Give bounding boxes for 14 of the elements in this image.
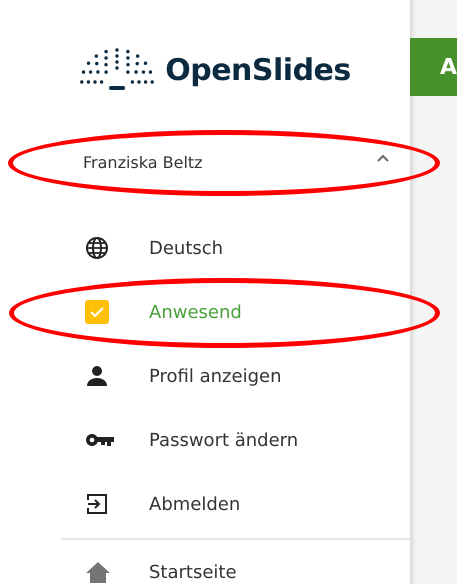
nav-item[interactable]: Startseite (0, 540, 410, 584)
header-title: A (440, 54, 457, 80)
logo-text: OpenSlides (165, 52, 351, 90)
menu-item[interactable]: Deutsch (0, 216, 410, 280)
key-icon (85, 432, 115, 448)
logout-icon (85, 492, 109, 516)
menu-item[interactable]: Passwort ändern (0, 408, 410, 472)
person-icon (85, 364, 109, 388)
user-menu-toggle[interactable]: Franziska Beltz (0, 140, 410, 184)
home-icon (85, 561, 111, 583)
globe-icon (85, 236, 109, 260)
menu-item[interactable]: Abmelden (0, 472, 410, 536)
chevron-icon (376, 154, 390, 162)
menu-item[interactable]: Profil anzeigen (0, 344, 410, 408)
